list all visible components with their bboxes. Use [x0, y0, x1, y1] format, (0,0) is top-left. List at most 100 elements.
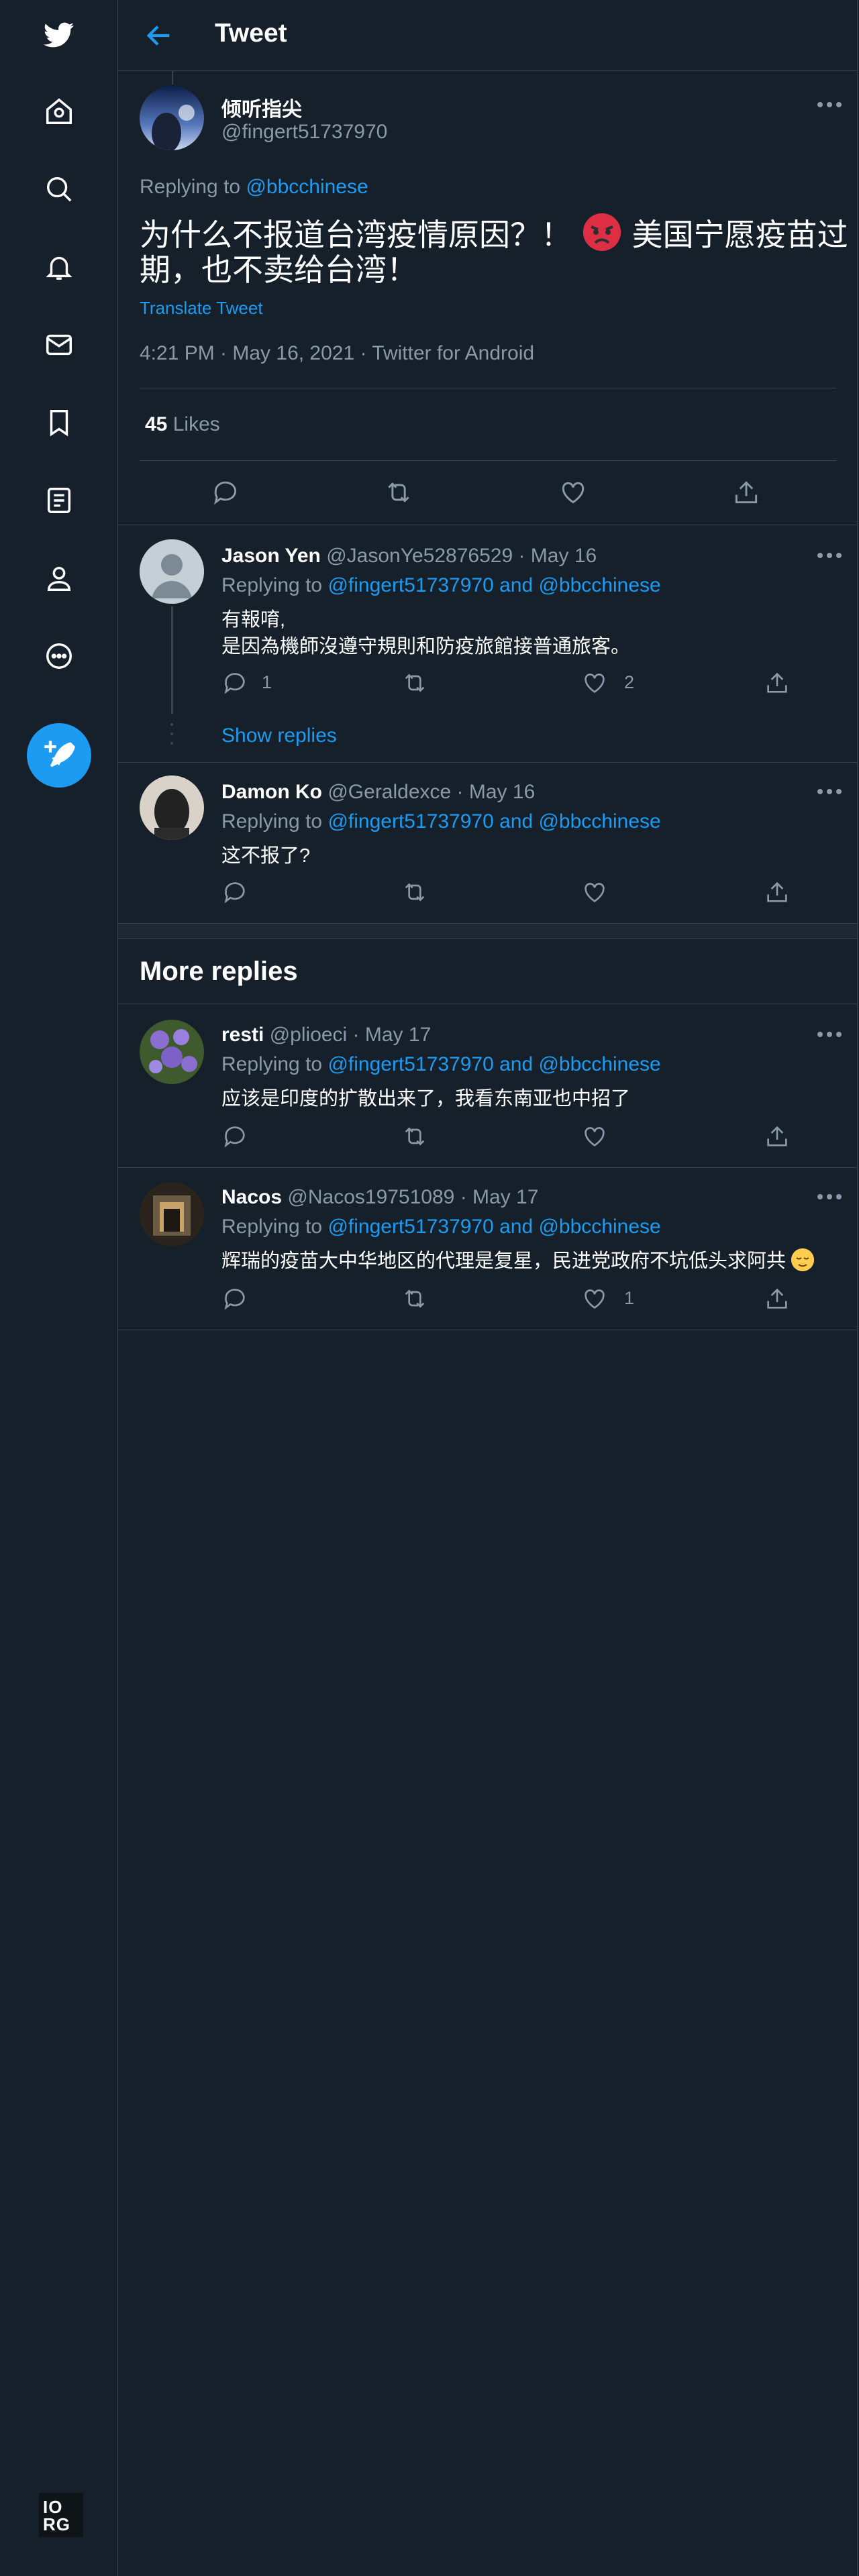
reply-text: 有報唷,	[221, 609, 286, 631]
divider	[118, 762, 857, 763]
tweet-text-part1: 为什么不报道台湾疫情原因？！	[140, 217, 572, 252]
messages-icon[interactable]	[39, 325, 79, 365]
more-options-icon[interactable]	[816, 788, 843, 796]
relieved-face-icon	[791, 1248, 815, 1271]
like-count: 1	[624, 1288, 635, 1308]
avatar[interactable]	[140, 86, 204, 150]
section-gap	[118, 923, 857, 939]
replying-to-mention[interactable]: @fingert51737970 and @bbcchinese	[327, 1053, 660, 1075]
like-icon[interactable]	[581, 669, 608, 696]
handle-and-date[interactable]: @plioeci · May 17	[270, 1024, 432, 1046]
sidebar-nav: IO RG	[0, 0, 118, 2576]
reply-icon[interactable]	[221, 669, 248, 696]
likes-count: 45	[145, 413, 168, 435]
reply-icon[interactable]	[221, 879, 248, 906]
retweet-icon[interactable]	[401, 669, 428, 696]
likes-label: Likes	[172, 413, 220, 435]
reply-text: 应该是印度的扩散出来了，我看东南亚也中招了	[221, 1088, 631, 1110]
more-options-icon[interactable]	[816, 551, 843, 559]
replying-to-label: Replying to	[140, 176, 241, 198]
show-replies-link[interactable]: Show replies	[221, 724, 337, 747]
tweet-timestamp[interactable]: 4:21 PM · May 16, 2021 · Twitter for And…	[140, 342, 534, 365]
reply-text: 辉瑞的疫苗大中华地区的代理是复星，民进党政府不坑低头求阿共	[221, 1250, 787, 1272]
notifications-icon[interactable]	[39, 247, 79, 287]
share-icon[interactable]	[764, 1123, 791, 1150]
profile-icon[interactable]	[39, 558, 79, 598]
replying-to-label: Replying to	[221, 1053, 323, 1075]
retweet-icon[interactable]	[401, 879, 428, 906]
divider	[118, 1167, 857, 1168]
replying-to-mention[interactable]: @fingert51737970 and @bbcchinese	[327, 574, 660, 596]
reply-header: Jason Yen @JasonYe52876529 · May 16	[221, 545, 597, 568]
explore-icon[interactable]	[39, 169, 79, 209]
twitter-logo-icon[interactable]	[39, 15, 79, 55]
like-icon[interactable]	[581, 1123, 608, 1150]
reply-icon[interactable]	[221, 1123, 248, 1150]
likes-stat[interactable]: 45 Likes	[145, 413, 220, 436]
replying-to-line: Replying to @bbcchinese	[140, 176, 368, 199]
like-icon[interactable]	[558, 478, 588, 507]
reply-text: 是因為機師沒遵守規則和防疫旅館接普通旅客。	[221, 636, 631, 657]
reply-count: 1	[262, 672, 272, 692]
header-bar: Tweet	[118, 0, 857, 71]
thread-dots	[170, 723, 173, 745]
lists-icon[interactable]	[39, 480, 79, 521]
more-replies-heading: More replies	[140, 957, 298, 986]
replying-to-label: Replying to	[221, 810, 323, 833]
reply-icon[interactable]	[221, 1285, 248, 1312]
thread-line	[172, 71, 173, 85]
replying-to-mention[interactable]: @bbcchinese	[246, 176, 368, 198]
share-icon[interactable]	[764, 879, 791, 906]
tweet-text-part2: 美国宁愿疫苗过	[631, 217, 848, 252]
display-name[interactable]: Damon Ko	[221, 781, 322, 803]
share-icon[interactable]	[764, 669, 791, 696]
reply-text: 这不报了?	[221, 845, 311, 867]
replying-to-line: Replying to @fingert51737970 and @bbcchi…	[221, 574, 661, 597]
reply-header: Damon Ko @Geraldexce · May 16	[221, 781, 535, 804]
display-name[interactable]: 倾听指尖	[221, 93, 302, 122]
handle[interactable]: @fingert51737970	[221, 121, 387, 144]
replying-to-line: Replying to @fingert51737970 and @bbcchi…	[221, 810, 661, 833]
bookmarks-icon[interactable]	[39, 402, 79, 443]
tweet-text-line2: 期，也不卖给台湾！	[140, 252, 417, 287]
replying-to-mention[interactable]: @fingert51737970 and @bbcchinese	[327, 810, 660, 833]
display-name[interactable]: Jason Yen	[221, 545, 321, 567]
handle-and-date[interactable]: @Nacos19751089 · May 17	[287, 1186, 538, 1208]
home-icon[interactable]	[39, 91, 79, 131]
share-icon[interactable]	[764, 1285, 791, 1312]
retweet-icon[interactable]	[401, 1285, 428, 1312]
footer-logo: IO RG	[39, 2493, 83, 2537]
reply-header: Nacos @Nacos19751089 · May 17	[221, 1186, 538, 1209]
display-name[interactable]: Nacos	[221, 1186, 282, 1208]
replying-to-mention[interactable]: @fingert51737970 and @bbcchinese	[327, 1216, 660, 1238]
like-icon[interactable]	[581, 879, 608, 906]
angry-face-icon	[583, 213, 621, 251]
more-options-icon[interactable]	[816, 1193, 843, 1201]
more-options-icon[interactable]	[816, 1030, 843, 1038]
share-icon[interactable]	[731, 478, 761, 507]
page-title: Tweet	[215, 19, 287, 48]
avatar[interactable]	[140, 1020, 204, 1084]
replying-to-line: Replying to @fingert51737970 and @bbcchi…	[221, 1053, 661, 1076]
tweet-text: 为什么不报道台湾疫情原因？！ 美国宁愿疫苗过	[140, 213, 848, 254]
more-icon[interactable]	[39, 636, 79, 676]
retweet-icon[interactable]	[384, 478, 413, 507]
reply-icon[interactable]	[211, 478, 240, 507]
avatar[interactable]	[140, 775, 204, 840]
handle-and-date[interactable]: @JasonYe52876529 · May 16	[326, 545, 597, 567]
compose-tweet-button[interactable]	[27, 723, 91, 788]
avatar[interactable]	[140, 539, 204, 604]
thread-line	[171, 606, 173, 714]
divider	[140, 460, 836, 461]
translate-tweet-link[interactable]: Translate Tweet	[140, 298, 263, 319]
retweet-icon[interactable]	[401, 1123, 428, 1150]
handle-and-date[interactable]: @Geraldexce · May 16	[327, 781, 535, 803]
replying-to-label: Replying to	[221, 574, 323, 596]
more-options-icon[interactable]	[816, 101, 843, 109]
like-icon[interactable]	[581, 1285, 608, 1312]
replying-to-line: Replying to @fingert51737970 and @bbcchi…	[221, 1216, 661, 1238]
display-name[interactable]: resti	[221, 1024, 264, 1046]
avatar[interactable]	[140, 1182, 204, 1246]
like-count: 2	[624, 672, 635, 692]
back-arrow-icon[interactable]	[144, 20, 174, 51]
